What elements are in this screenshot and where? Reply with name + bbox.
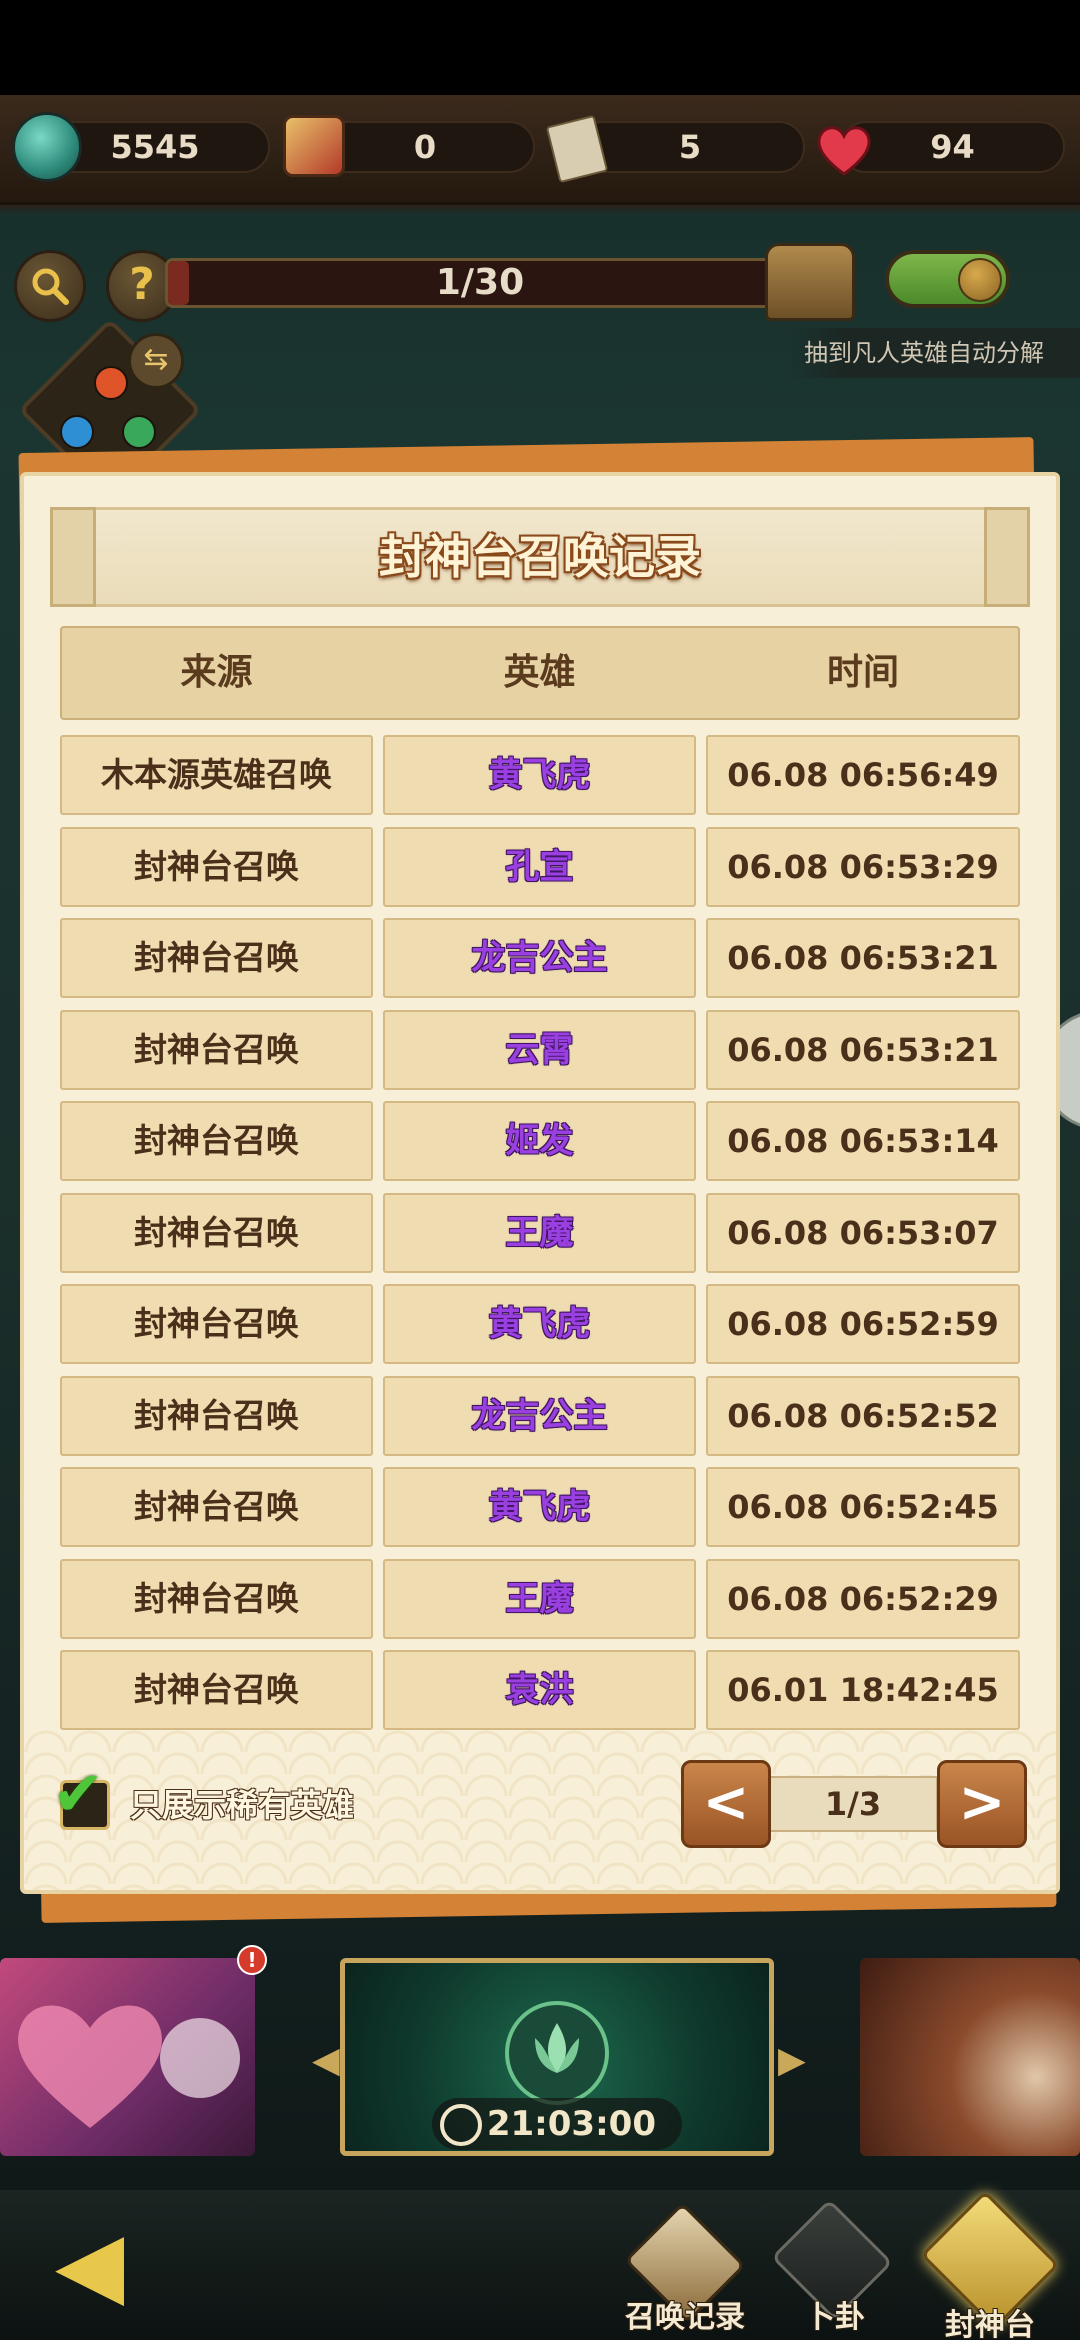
search-button[interactable] (14, 250, 86, 322)
rare-filter-label: 只展示稀有英雄 (130, 1786, 355, 1824)
toggle-knob (958, 258, 1002, 302)
hero-cell: 王魔 (383, 1559, 696, 1639)
hero-cell: 黄飞虎 (383, 1467, 696, 1547)
time-cell: 06.08 06:52:29 (706, 1559, 1020, 1639)
ticket-counter: 5 (575, 121, 805, 173)
header-hero: 英雄 (503, 652, 576, 693)
source-cell: 封神台召唤 (60, 827, 373, 907)
header-source: 来源 (180, 652, 253, 693)
source-cell: 封神台召唤 (60, 1101, 373, 1181)
source-cell: 封神台召唤 (60, 1376, 373, 1456)
hero-token-icon (283, 115, 345, 177)
checkmark-icon: ✔ (52, 1757, 104, 1830)
back-arrow-icon[interactable]: ◀ (55, 2215, 124, 2315)
prev-page-button[interactable]: < (681, 1760, 771, 1848)
time-cell: 06.08 06:53:14 (706, 1101, 1020, 1181)
source-cell: 木本源英雄召唤 (60, 735, 373, 815)
nav-summon-record[interactable]: 召唤记录 (615, 2292, 755, 2336)
source-cell: 封神台召唤 (60, 1193, 373, 1273)
page-indicator: 1/3 (768, 1776, 938, 1832)
next-page-button[interactable]: > (937, 1760, 1027, 1848)
screen: { "resources": { "jade": "5545", "hero_t… (0, 0, 1080, 2340)
hero-cell: 黄飞虎 (383, 735, 696, 815)
hero-cell: 孔宣 (383, 827, 696, 907)
jade-icon (12, 112, 82, 182)
hero-cell: 龙吉公主 (383, 918, 696, 998)
time-cell: 06.08 06:52:59 (706, 1284, 1020, 1364)
notification-badge: ! (237, 1945, 267, 1975)
banner-prev-icon[interactable]: ◀ (312, 2040, 340, 2081)
time-cell: 06.08 06:56:49 (706, 735, 1020, 815)
source-cell: 封神台召唤 (60, 1559, 373, 1639)
jade-count: 5545 (110, 128, 200, 166)
event-card-left[interactable] (0, 1958, 255, 2156)
heart-count: 94 (930, 128, 975, 166)
hero-cell: 王魔 (383, 1193, 696, 1273)
banner-next-icon[interactable]: ▶ (778, 2040, 806, 2081)
water-element-icon[interactable] (60, 415, 94, 449)
bottom-nav (0, 2190, 1080, 2340)
auto-decompose-label: 抽到凡人英雄自动分解 (790, 328, 1080, 378)
time-cell: 06.08 06:53:21 (706, 1010, 1020, 1090)
hero-cell: 黄飞虎 (383, 1284, 696, 1364)
auto-decompose-toggle[interactable] (885, 250, 1010, 308)
hero-cell: 袁洪 (383, 1650, 696, 1730)
help-icon: ? (129, 259, 155, 310)
progress-text: 1/30 (435, 262, 525, 303)
fire-element-icon[interactable] (94, 366, 128, 400)
heart-art-icon (18, 2005, 240, 2128)
hero-token-counter: 0 (315, 121, 535, 173)
swap-icon[interactable]: ⇆ (128, 333, 184, 389)
time-cell: 06.08 06:53:07 (706, 1193, 1020, 1273)
hero-cell: 云霄 (383, 1010, 696, 1090)
time-cell: 06.01 18:42:45 (706, 1650, 1020, 1730)
wood-element-icon[interactable] (122, 415, 156, 449)
search-icon (32, 268, 69, 305)
nav-divination[interactable]: 卜卦 (780, 2292, 890, 2336)
nav-fengshen-tai[interactable]: 封神台 (920, 2300, 1060, 2340)
heart-icon (812, 118, 876, 182)
time-cell: 06.08 06:53:29 (706, 827, 1020, 907)
hero-cell: 龙吉公主 (383, 1376, 696, 1456)
source-cell: 封神台召唤 (60, 1010, 373, 1090)
clock-icon (440, 2104, 482, 2146)
progress-fill (168, 261, 189, 305)
source-cell: 封神台召唤 (60, 918, 373, 998)
source-cell: 封神台召唤 (60, 1650, 373, 1730)
progress-bar: 1/30 (165, 258, 795, 308)
time-cell: 06.08 06:52:45 (706, 1467, 1020, 1547)
time-cell: 06.08 06:52:52 (706, 1376, 1020, 1456)
source-cell: 封神台召唤 (60, 1284, 373, 1364)
header-time: 时间 (826, 652, 899, 693)
event-card-right[interactable] (860, 1958, 1080, 2156)
hero-token-count: 0 (413, 128, 437, 166)
treasure-chest-icon[interactable] (765, 243, 855, 321)
source-cell: 封神台召唤 (60, 1467, 373, 1547)
dialog-title: 封神台召唤记录 (379, 530, 701, 584)
time-cell: 06.08 06:53:21 (706, 918, 1020, 998)
hero-cell: 姬发 (383, 1101, 696, 1181)
ticket-count: 5 (678, 128, 702, 166)
